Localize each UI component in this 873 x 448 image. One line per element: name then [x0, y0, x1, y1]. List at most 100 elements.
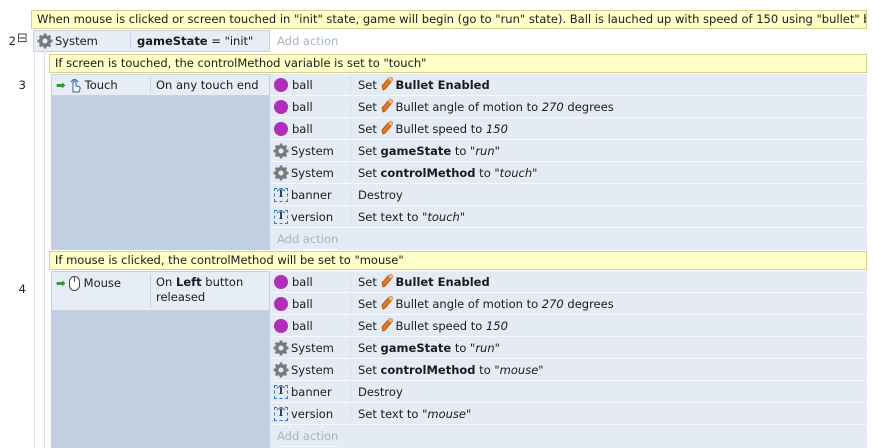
action-object-name: System	[291, 363, 334, 377]
bullet-behavior-icon	[381, 274, 396, 289]
bullet-behavior-icon	[381, 318, 396, 333]
divider	[350, 317, 351, 335]
event-3-condition-column	[51, 74, 270, 250]
condition-object: ➡ Mouse	[52, 272, 150, 294]
action-row-System[interactable]: System Set controlMethod to "mouse"	[270, 359, 867, 381]
add-action-link[interactable]: Add action	[277, 425, 339, 447]
event-line-number: 2	[8, 34, 16, 48]
action-row-ball[interactable]: ball Set Bullet angle of motion to 270 d…	[270, 293, 867, 315]
action-text: Set Bullet speed to 150	[358, 121, 508, 136]
event-line-number: 3	[18, 78, 26, 92]
action-object-name: System	[291, 166, 334, 180]
event-comment[interactable]: When mouse is clicked or screen touched …	[31, 10, 867, 29]
trigger-arrow-icon: ➡	[56, 276, 66, 290]
text-object-icon: T	[274, 210, 288, 224]
action-object: Tbanner	[270, 184, 350, 206]
divider	[350, 142, 351, 160]
condition-object: System	[34, 31, 130, 51]
event-4-condition[interactable]: ➡ Mouse On Left button released	[51, 271, 270, 311]
event-4-actions: ball Set Bullet Enabled ball Set Bullet …	[270, 271, 867, 448]
divider	[350, 76, 351, 94]
sprite-ball-icon	[274, 319, 288, 333]
divider	[150, 274, 151, 308]
divider	[350, 273, 351, 291]
action-object-name: ball	[292, 78, 313, 92]
action-text: Destroy	[358, 385, 403, 399]
action-object: ball	[270, 74, 350, 96]
action-text: Set text to "touch"	[358, 210, 466, 224]
action-text: Set gameState to "run"	[358, 144, 500, 158]
action-object-name: ball	[292, 100, 313, 114]
action-object: Tbanner	[270, 381, 350, 403]
divider	[150, 77, 151, 93]
condition-text: gameState = "init"	[137, 34, 254, 48]
add-action-link[interactable]: Add action	[277, 30, 338, 52]
mouse-icon	[68, 275, 80, 291]
action-text: Set Bullet angle of motion to 270 degree…	[358, 99, 614, 114]
action-object: Tversion	[270, 206, 350, 228]
action-object: System	[270, 162, 350, 184]
condition-text: On any touch end	[156, 78, 259, 92]
gear-icon	[270, 340, 291, 356]
action-row-ball[interactable]: ball Set Bullet Enabled	[270, 271, 867, 293]
divider	[350, 164, 351, 182]
action-object: ball	[270, 118, 350, 140]
condition-object-name: System	[55, 34, 98, 48]
action-row-ball[interactable]: ball Set Bullet speed to 150	[270, 118, 867, 140]
action-object: ball	[270, 96, 350, 118]
action-row-ball[interactable]: ball Set Bullet speed to 150	[270, 315, 867, 337]
event-comment[interactable]: If mouse is clicked, the controlMethod w…	[49, 251, 867, 270]
divider	[350, 383, 351, 401]
add-action-link[interactable]: Add action	[277, 228, 339, 250]
condition-object-name: Touch	[84, 78, 118, 92]
action-row-banner[interactable]: Tbanner Destroy	[270, 184, 867, 206]
event-3-condition[interactable]: ➡ Touch On any touch end	[51, 74, 270, 96]
action-text: Set Bullet Enabled	[358, 77, 490, 92]
divider	[350, 361, 351, 379]
tree-line	[34, 48, 35, 448]
action-object-name: ball	[292, 122, 313, 136]
action-object-name: ball	[292, 275, 313, 289]
touch-hand-icon	[70, 78, 81, 92]
action-text: Set text to "mouse"	[358, 407, 472, 421]
condition-object: ➡ Touch	[52, 75, 150, 95]
event-3-actions: ball Set Bullet Enabled ball Set Bullet …	[270, 74, 867, 250]
gear-icon	[270, 165, 291, 181]
bullet-behavior-icon	[381, 121, 396, 136]
action-object-name: ball	[292, 319, 313, 333]
action-object-name: ball	[292, 297, 313, 311]
action-text: Set Bullet Enabled	[358, 274, 490, 289]
action-row-ball[interactable]: ball Set Bullet angle of motion to 270 d…	[270, 96, 867, 118]
action-row-banner[interactable]: Tbanner Destroy	[270, 381, 867, 403]
event-line-number: 4	[18, 282, 26, 296]
trigger-arrow-icon: ➡	[56, 78, 66, 92]
divider	[350, 120, 351, 138]
action-object: System	[270, 337, 350, 359]
collapse-toggle-icon[interactable]: ⊟	[17, 32, 29, 46]
action-text: Set controlMethod to "touch"	[358, 166, 538, 180]
event-comment[interactable]: If screen is touched, the controlMethod …	[49, 54, 867, 73]
action-row-System[interactable]: System Set controlMethod to "touch"	[270, 162, 867, 184]
action-row-version[interactable]: Tversion Set text to "touch"	[270, 206, 867, 228]
gear-icon	[270, 362, 291, 378]
action-row-System[interactable]: System Set gameState to "run"	[270, 140, 867, 162]
bullet-behavior-icon	[381, 99, 396, 114]
gear-icon	[37, 33, 53, 49]
action-object: ball	[270, 293, 350, 315]
divider	[130, 33, 131, 49]
bullet-behavior-icon	[381, 77, 396, 92]
divider	[350, 208, 351, 226]
action-row-version[interactable]: Tversion Set text to "mouse"	[270, 403, 867, 425]
action-text: Set controlMethod to "mouse"	[358, 363, 544, 377]
action-text: Set Bullet speed to 150	[358, 318, 508, 333]
divider	[350, 339, 351, 357]
text-object-icon: T	[274, 188, 288, 202]
divider	[350, 98, 351, 116]
action-row-ball[interactable]: ball Set Bullet Enabled	[270, 74, 867, 96]
action-object-name: System	[291, 144, 334, 158]
action-object-name: version	[291, 407, 334, 421]
condition-text: On Left button released	[156, 275, 244, 304]
action-row-System[interactable]: System Set gameState to "run"	[270, 337, 867, 359]
text-object-icon: T	[274, 385, 288, 399]
event-2-condition[interactable]: System gameState = "init"	[33, 30, 270, 52]
